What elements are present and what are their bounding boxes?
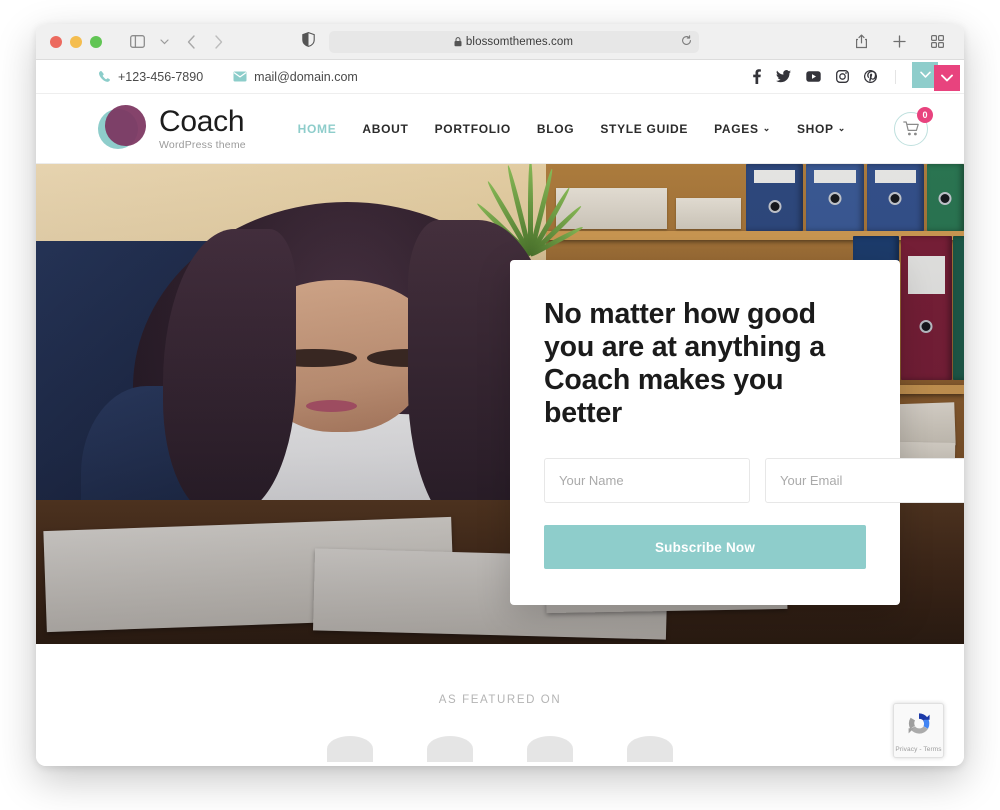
back-arrow-icon[interactable] <box>180 31 202 53</box>
site-viewport: +123-456-7890 mail@domain.com Coach Word… <box>36 60 964 766</box>
featured-logo-item <box>327 736 373 762</box>
browser-nav-controls <box>126 31 229 53</box>
share-icon[interactable] <box>850 31 872 53</box>
nav-item-home-label: HOME <box>297 121 337 136</box>
instagram-icon[interactable] <box>836 70 849 83</box>
contact-phone-text: +123-456-7890 <box>118 69 204 84</box>
lock-icon <box>454 36 462 47</box>
nav-item-blog-label: BLOG <box>536 121 575 136</box>
recaptcha-badge[interactable]: Privacy - Terms <box>893 703 944 758</box>
sidebar-dropdown-icon[interactable] <box>153 31 175 53</box>
featured-logo-item <box>627 736 673 762</box>
hero-form-fields <box>544 458 964 504</box>
browser-window: blossomthemes.com +123-456-7890 mail@dom… <box>36 24 964 766</box>
corner-chevron-pink-icon[interactable] <box>934 65 960 91</box>
name-input[interactable] <box>544 458 750 504</box>
recaptcha-terms[interactable]: Privacy - Terms <box>895 746 941 753</box>
nav-item-pages-label: PAGES <box>714 121 759 136</box>
cart-count-badge: 0 <box>917 106 933 123</box>
nav-item-pages[interactable]: PAGES ⌄ <box>714 122 771 136</box>
traffic-lights <box>36 35 102 48</box>
reload-icon[interactable] <box>681 33 692 51</box>
contact-email[interactable]: mail@domain.com <box>233 70 358 84</box>
contact-phone[interactable]: +123-456-7890 <box>98 70 203 84</box>
featured-logos <box>327 736 673 762</box>
phone-icon <box>98 70 111 83</box>
nav-item-style-guide-label: STYLE GUIDE <box>600 121 689 136</box>
browser-toolbar: blossomthemes.com <box>36 24 964 60</box>
nav-item-blog[interactable]: BLOG <box>537 122 574 136</box>
featured-logo-item <box>427 736 473 762</box>
shield-icon[interactable] <box>301 31 315 52</box>
hero-section: No matter how good you are at anything a… <box>36 164 964 644</box>
envelope-icon <box>233 71 247 82</box>
logo-mark-icon <box>98 104 146 153</box>
site-logo[interactable]: Coach WordPress theme <box>98 104 246 153</box>
youtube-icon[interactable] <box>806 71 821 82</box>
forward-arrow-icon[interactable] <box>207 31 229 53</box>
nav-item-shop-label: SHOP <box>796 121 834 136</box>
browser-toolbar-actions <box>850 31 964 53</box>
top-contact-bar: +123-456-7890 mail@domain.com <box>36 60 964 94</box>
subscribe-button[interactable]: Subscribe Now <box>544 525 866 570</box>
nav-item-portfolio-label: PORTFOLIO <box>434 121 511 136</box>
nav-item-portfolio[interactable]: PORTFOLIO <box>435 122 511 136</box>
cart-button[interactable]: 0 <box>894 106 933 146</box>
email-input[interactable] <box>765 458 964 504</box>
main-nav: HOME ABOUT PORTFOLIO BLOG STYLE GUIDE PA… <box>298 106 933 146</box>
logo-title: Coach <box>159 105 245 139</box>
corner-badges <box>904 60 964 100</box>
featured-logo-item <box>527 736 573 762</box>
url-text: blossomthemes.com <box>465 35 574 48</box>
sidebar-toggle-icon[interactable] <box>126 31 148 53</box>
tab-overview-icon[interactable] <box>926 31 948 53</box>
hero-title: No matter how good you are at anything a… <box>544 298 825 430</box>
site-header: Coach WordPress theme HOME ABOUT PORTFOL… <box>36 94 964 164</box>
hero-subscribe-card: No matter how good you are at anything a… <box>510 260 964 606</box>
featured-label: AS FEATURED ON <box>438 694 562 706</box>
contact-email-text: mail@domain.com <box>254 69 358 84</box>
logo-subtitle: WordPress theme <box>159 138 246 151</box>
url-bar[interactable]: blossomthemes.com <box>328 30 699 53</box>
maximize-window-button[interactable] <box>90 35 102 48</box>
recaptcha-icon <box>905 710 933 743</box>
social-links <box>753 69 877 84</box>
close-window-button[interactable] <box>50 35 62 48</box>
facebook-icon[interactable] <box>753 69 761 84</box>
minimize-window-button[interactable] <box>70 35 82 48</box>
nav-item-about-label: ABOUT <box>362 121 409 136</box>
chevron-down-icon: ⌄ <box>762 123 771 133</box>
nav-item-shop[interactable]: SHOP ⌄ <box>797 122 846 136</box>
nav-item-about[interactable]: ABOUT <box>362 122 408 136</box>
chevron-down-icon: ⌄ <box>837 123 846 133</box>
pinterest-icon[interactable] <box>864 70 877 83</box>
plus-icon[interactable] <box>888 31 910 53</box>
nav-item-style-guide[interactable]: STYLE GUIDE <box>600 122 688 136</box>
nav-item-home[interactable]: HOME <box>298 122 337 136</box>
featured-section: AS FEATURED ON Privacy - Terms <box>36 644 964 764</box>
twitter-icon[interactable] <box>776 70 791 83</box>
